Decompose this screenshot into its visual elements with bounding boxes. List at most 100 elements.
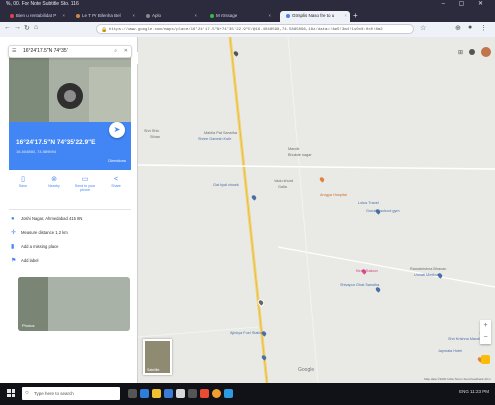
- word-icon[interactable]: [224, 389, 233, 398]
- satellite-label: Satellite: [147, 368, 160, 372]
- close-icon[interactable]: ×: [194, 11, 197, 21]
- save-button[interactable]: ▯ Save: [9, 175, 37, 188]
- windows-start-icon[interactable]: [7, 389, 15, 397]
- map-label[interactable]: Unnati Medical: [414, 273, 439, 277]
- nearby-button[interactable]: ⊚ Nearby: [40, 175, 68, 188]
- directions-button[interactable]: ➤: [109, 122, 125, 138]
- add-place-icon: ▮: [11, 244, 15, 250]
- map-label[interactable]: Gurukul school gym: [366, 209, 400, 213]
- ruler-icon: ✛: [11, 230, 17, 236]
- map-label[interactable]: Kiran Saloon: [356, 269, 378, 273]
- directions-link[interactable]: Directions: [108, 158, 126, 163]
- phone-icon: ▭: [81, 176, 89, 183]
- add-missing-place-row[interactable]: ▮ Add a missing place: [9, 243, 131, 252]
- tab-favicon: [210, 13, 214, 18]
- system-tray[interactable]: ENG 11:23 PM: [459, 389, 489, 394]
- start-tile: [7, 393, 11, 397]
- home-icon[interactable]: ⌂: [34, 24, 38, 31]
- map-label[interactable]: Jaymala Hotel: [438, 349, 462, 353]
- minor-road: [287, 37, 319, 383]
- share-button[interactable]: < Share: [102, 175, 130, 188]
- forward-arrow-icon[interactable]: →: [14, 24, 21, 31]
- close-icon[interactable]: ×: [268, 11, 271, 21]
- window-controls[interactable]: – ▢ ✕: [442, 0, 489, 7]
- start-tile: [7, 389, 11, 393]
- map-label[interactable]: Gat kyal chowk: [213, 183, 239, 187]
- zoom-in-button[interactable]: +: [480, 320, 491, 332]
- map-label[interactable]: Galla: [278, 185, 287, 189]
- edge-icon[interactable]: [140, 389, 149, 398]
- profile-icon[interactable]: ●: [468, 24, 472, 31]
- close-icon[interactable]: ✕: [124, 46, 128, 57]
- close-icon[interactable]: ×: [132, 11, 135, 21]
- search-icon[interactable]: ⌕: [114, 46, 117, 57]
- photos-thumbnail[interactable]: Photos: [18, 277, 130, 331]
- avatar[interactable]: [481, 47, 491, 57]
- map-label[interactable]: Shivapur Ghat Sanstha: [340, 283, 379, 287]
- map-attribution[interactable]: Map data ©2020 India Terms Send feedback…: [424, 377, 491, 381]
- map-label[interactable]: Mandir: [288, 147, 300, 151]
- browser-tab[interactable]: Le T Pr Bilenha Bel ×: [70, 11, 138, 22]
- place-panel: ☰ 16°24'17.5"N 74°35' ⌕ ✕ 16°24'17.5"N 7…: [0, 37, 138, 383]
- search-box[interactable]: ☰ 16°24'17.5"N 74°35' ⌕ ✕: [8, 45, 132, 58]
- map-label[interactable]: Lotus Travel: [358, 201, 379, 205]
- app-icon[interactable]: [200, 389, 209, 398]
- apps-grid-icon[interactable]: ⊞: [458, 49, 463, 56]
- map-label[interactable]: Ramakrishna Bhavan: [410, 267, 446, 271]
- measure-text: Measure distance 1.2 km: [21, 230, 68, 235]
- taskbar-search[interactable]: ○ Type here to search: [22, 387, 120, 400]
- browser-tab-active[interactable]: Gtrsplis Naso fre to u ×: [280, 11, 350, 22]
- map-label[interactable]: Mahila Pat Sanstha: [204, 131, 237, 135]
- menu-dots-icon[interactable]: ⋮: [480, 24, 487, 32]
- place-photo[interactable]: [9, 57, 131, 125]
- file-explorer-icon[interactable]: [152, 389, 161, 398]
- camera-icon[interactable]: [188, 389, 197, 398]
- star-icon[interactable]: ☆: [420, 24, 426, 32]
- directions-icon: ➤: [113, 125, 121, 134]
- send-to-phone-button[interactable]: ▭ Send to your phone: [71, 175, 99, 192]
- browser-tab[interactable]: Aplo ×: [140, 11, 200, 22]
- zoom-out-button[interactable]: −: [480, 332, 491, 344]
- back-arrow-icon[interactable]: ←: [4, 24, 11, 31]
- new-tab-button[interactable]: +: [353, 11, 358, 20]
- satellite-layer-toggle[interactable]: Satellite: [143, 339, 172, 375]
- url-text: https://www.google.com/maps/place/16°24'…: [109, 28, 383, 32]
- measure-distance-row[interactable]: ✛ Measure distance 1.2 km: [9, 229, 131, 238]
- address-row[interactable]: ● Joshi Nagar, Ahmedabad 415 8N: [9, 215, 131, 224]
- window-title: %, 00. For Note Subtitle Sto. 116: [6, 1, 79, 7]
- extensions-icon[interactable]: ⊕: [455, 24, 461, 32]
- pegman-icon[interactable]: [481, 355, 490, 364]
- search-input[interactable]: 16°24'17.5"N 74°35': [23, 46, 68, 57]
- location-pin-icon: ●: [11, 216, 15, 222]
- map-label[interactable]: Bhukde nagar: [288, 153, 312, 157]
- close-icon[interactable]: ×: [62, 11, 65, 21]
- add-label-row[interactable]: ⚑ Add label: [9, 257, 131, 266]
- map-canvas[interactable]: Shri Shiv Sthan Mahila Pat Sanstha Shree…: [138, 37, 495, 383]
- reload-icon[interactable]: ↻: [24, 24, 30, 32]
- task-view-icon[interactable]: [128, 389, 137, 398]
- map-label[interactable]: Ajinkya Fuel Station: [230, 331, 264, 335]
- map-label[interactable]: Shri Krishna Mandir: [448, 337, 481, 341]
- browser-tab[interactable]: M rtrssage ×: [204, 11, 274, 22]
- action-row: ▯ Save ⊚ Nearby ▭ Send to your phone < S…: [9, 175, 131, 203]
- tab-label: Gtrsplis Naso fre to u: [292, 13, 335, 18]
- map-label[interactable]: Arogya Hospital: [320, 193, 347, 197]
- action-label: Send to your phone: [74, 184, 96, 192]
- chrome-icon[interactable]: [212, 389, 221, 398]
- hamburger-menu-icon[interactable]: ☰: [12, 46, 16, 57]
- browser-tab[interactable]: Bien u rentabilidat P ×: [4, 11, 68, 22]
- photos-caption: Photos: [22, 323, 35, 328]
- map-label[interactable]: Shri Shiv: [144, 129, 159, 133]
- address-text: Joshi Nagar, Ahmedabad 415 8N: [21, 216, 83, 221]
- close-icon[interactable]: ×: [344, 11, 347, 21]
- store-icon[interactable]: [164, 389, 173, 398]
- search-icon: ○: [25, 390, 29, 396]
- map-roads: [138, 37, 495, 383]
- notifications-icon[interactable]: [469, 49, 475, 55]
- tab-strip: Bien u rentabilidat P × Le T Pr Bilenha B…: [0, 8, 495, 22]
- address-bar[interactable]: 🔒 https://www.google.com/maps/place/16°2…: [96, 24, 414, 34]
- map-label[interactable]: Sthan: [150, 135, 160, 139]
- map-label[interactable]: Shree Ganesh Kutir: [198, 137, 231, 141]
- mail-icon[interactable]: [176, 389, 185, 398]
- map-label[interactable]: Vadu khurd: [274, 179, 293, 183]
